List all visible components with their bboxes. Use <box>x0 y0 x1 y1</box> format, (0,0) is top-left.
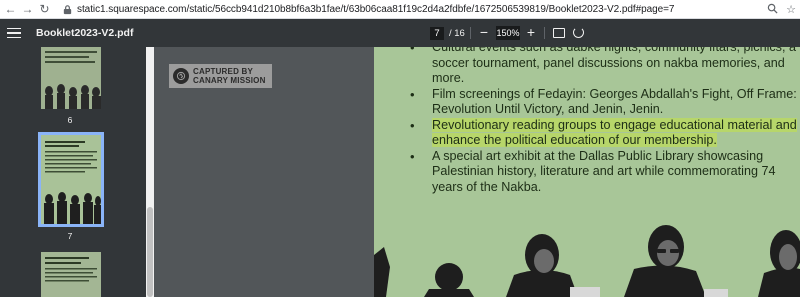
page-number-input[interactable]: 7 <box>430 26 444 40</box>
bullet-item: A special art exhibit at the Dallas Publ… <box>410 149 800 196</box>
rotate-icon[interactable] <box>573 27 584 38</box>
bullet-item-highlighted: Revolutionary reading groups to engage e… <box>410 117 800 149</box>
zoom-in-button[interactable]: + <box>525 24 537 40</box>
document-title: Booklet2023-V2.pdf <box>36 27 134 39</box>
fit-page-icon[interactable] <box>553 28 565 38</box>
thumbnail-label: 7 <box>67 231 73 241</box>
reload-icon[interactable]: ↻ <box>36 0 53 19</box>
page-total: / 16 <box>449 27 465 39</box>
thumbnail-sidebar: 6 7 <box>0 47 146 297</box>
sidebar-scrollbar[interactable] <box>146 47 154 297</box>
thumbnail-page-8[interactable] <box>41 252 101 297</box>
bullet-item: Cultural events such as dabke nights, co… <box>410 47 800 87</box>
browser-address-bar: ← → ↻ static1.squarespace.com/static/56c… <box>0 0 800 19</box>
watermark-line1: CAPTURED BY <box>193 67 253 76</box>
back-arrow-icon[interactable]: ← <box>2 0 19 19</box>
pdf-toolbar: Booklet2023-V2.pdf 7 / 16 − 150% + <box>0 19 800 47</box>
bullet-item: Film screenings of Fedayin: Georges Abda… <box>410 87 800 118</box>
page-info-icon[interactable] <box>61 0 73 19</box>
url-field[interactable]: static1.squarespace.com/static/56ccb941d… <box>77 4 675 15</box>
canary-logo-icon <box>173 68 189 84</box>
zoom-out-button[interactable]: − <box>478 24 490 40</box>
canary-mission-watermark: CAPTURED BY CANARY MISSION <box>169 64 272 88</box>
menu-icon[interactable] <box>7 27 21 39</box>
thumbnail-page-7[interactable] <box>41 135 101 224</box>
bullet-list: Cultural events such as dabke nights, co… <box>410 47 800 195</box>
group-photo <box>374 225 800 297</box>
pdf-page: Cultural events such as dabke nights, co… <box>374 47 800 297</box>
bookmark-star-icon[interactable]: ☆ <box>786 3 796 16</box>
zoom-icon[interactable] <box>767 3 778 17</box>
page-selector: 7 / 16 <box>430 26 465 40</box>
thumbnail-page-6[interactable] <box>41 47 101 109</box>
toolbar-divider <box>544 27 545 39</box>
toolbar-divider <box>470 27 471 39</box>
forward-arrow-icon[interactable]: → <box>19 0 36 19</box>
scrollbar-thumb[interactable] <box>147 207 153 297</box>
thumbnail-label: 6 <box>67 115 73 125</box>
document-view: CAPTURED BY CANARY MISSION Cultural even… <box>154 47 800 297</box>
zoom-level-input[interactable]: 150% <box>496 26 520 40</box>
watermark-line2: CANARY MISSION <box>193 76 266 85</box>
